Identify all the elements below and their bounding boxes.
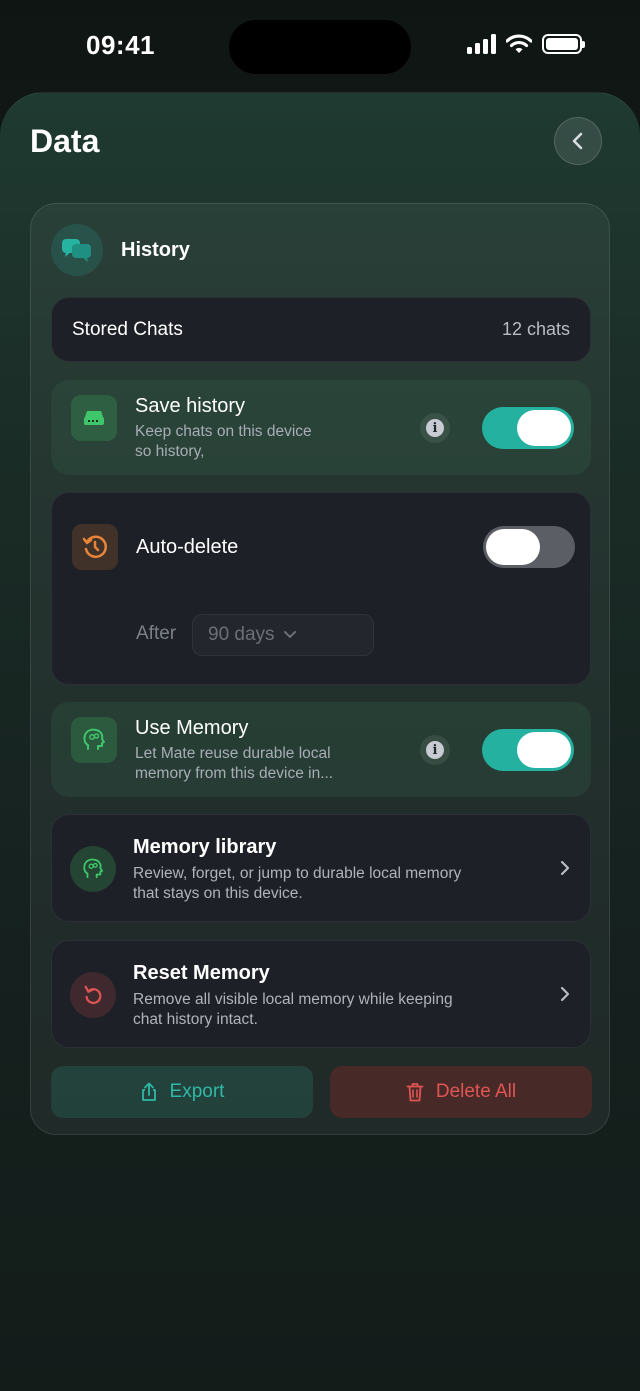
chevron-right-icon xyxy=(560,986,570,1002)
wifi-icon xyxy=(506,34,532,53)
status-icons xyxy=(467,34,585,54)
reset-memory-subtitle: Remove all visible local memory while ke… xyxy=(133,990,453,1030)
auto-delete-toggle[interactable] xyxy=(483,526,575,568)
memory-library-subtitle-line2: that stays on this device. xyxy=(133,885,303,902)
drive-icon xyxy=(71,395,117,441)
use-memory-subtitle-line1: Let Mate reuse durable local xyxy=(135,745,331,762)
save-history-toggle[interactable] xyxy=(482,407,574,449)
battery-icon xyxy=(542,34,585,54)
use-memory-title: Use Memory xyxy=(135,717,249,739)
use-memory-info-button[interactable]: i xyxy=(420,735,450,765)
memory-library-row[interactable]: Memory library Review, forget, or jump t… xyxy=(51,814,591,922)
brain-head-icon xyxy=(70,846,116,892)
chevron-left-icon xyxy=(572,132,583,150)
screen: 09:41 Data History Stored Chats 12 chats… xyxy=(0,0,640,1391)
info-icon: i xyxy=(426,741,444,759)
back-button[interactable] xyxy=(554,117,602,165)
memory-library-subtitle: Review, forget, or jump to durable local… xyxy=(133,864,461,904)
auto-delete-title: Auto-delete xyxy=(136,536,239,558)
memory-library-subtitle-line1: Review, forget, or jump to durable local… xyxy=(133,865,462,882)
reset-memory-row[interactable]: Reset Memory Remove all visible local me… xyxy=(51,940,591,1048)
stored-chats-count: 12 chats xyxy=(501,319,570,339)
stored-chats-label: Stored Chats xyxy=(72,318,183,340)
reset-memory-subtitle-line2: chat history intact. xyxy=(133,1011,258,1028)
use-memory-row: Use Memory Let Mate reuse durable local … xyxy=(51,702,591,797)
brain-head-icon xyxy=(71,717,117,763)
dynamic-island xyxy=(229,20,411,74)
reset-memory-title: Reset Memory xyxy=(133,962,270,984)
export-label: Export xyxy=(169,1081,225,1102)
section-title: History xyxy=(121,238,190,261)
after-label: After xyxy=(136,623,177,644)
cellular-signal-icon xyxy=(467,34,496,54)
chevron-right-icon xyxy=(560,860,570,876)
info-icon: i xyxy=(426,419,444,437)
status-bar: 09:41 xyxy=(0,0,640,90)
auto-delete-row: Auto-delete After 90 days xyxy=(51,492,591,685)
save-history-title: Save history xyxy=(135,395,246,417)
share-icon xyxy=(141,1082,156,1101)
memory-library-title: Memory library xyxy=(133,836,277,858)
reset-memory-subtitle-line1: Remove all visible local memory while ke… xyxy=(133,991,453,1008)
save-history-subtitle-line2: so history, xyxy=(135,443,205,460)
history-clock-icon xyxy=(72,524,118,570)
status-time: 09:41 xyxy=(86,30,155,60)
save-history-subtitle: Keep chats on this device so history, xyxy=(135,422,312,462)
delete-all-button[interactable]: Delete All xyxy=(330,1066,592,1118)
duration-value: 90 days xyxy=(208,624,275,645)
stored-chats-row: Stored Chats 12 chats xyxy=(51,297,591,362)
chat-bubbles-icon xyxy=(51,224,103,276)
use-memory-subtitle-line2: memory from this device in... xyxy=(135,765,334,782)
save-history-row: Save history Keep chats on this device s… xyxy=(51,380,591,475)
save-history-subtitle-line1: Keep chats on this device xyxy=(135,423,312,440)
save-history-info-button[interactable]: i xyxy=(420,413,450,443)
data-sheet: Data History Stored Chats 12 chats Save … xyxy=(0,92,640,1391)
use-memory-toggle[interactable] xyxy=(482,729,574,771)
use-memory-subtitle: Let Mate reuse durable local memory from… xyxy=(135,744,333,784)
trash-icon xyxy=(406,1083,424,1102)
reset-icon xyxy=(70,972,116,1018)
history-header: History xyxy=(51,224,190,276)
chevron-down-icon xyxy=(283,631,296,638)
export-button[interactable]: Export xyxy=(51,1066,313,1118)
page-title: Data xyxy=(30,123,100,159)
auto-delete-duration-select[interactable]: 90 days xyxy=(192,614,374,656)
history-panel: History Stored Chats 12 chats Save histo… xyxy=(30,203,610,1135)
delete-all-label: Delete All xyxy=(435,1081,517,1102)
